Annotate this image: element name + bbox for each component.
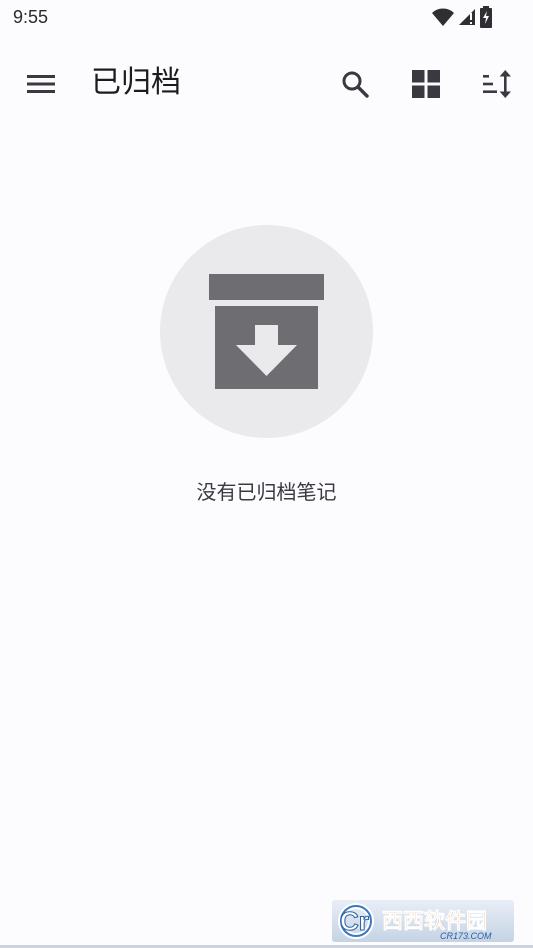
- search-button[interactable]: [333, 62, 377, 106]
- status-icons: [431, 6, 493, 28]
- page-title: 已归档: [91, 65, 181, 100]
- grid-view-icon: [412, 70, 440, 98]
- wifi-icon: [432, 8, 454, 26]
- watermark-logo-text: 西西软件园: [382, 909, 487, 933]
- svg-text:Cr: Cr: [340, 906, 369, 936]
- status-time: 9:55: [13, 7, 49, 27]
- cell-signal-icon: [459, 9, 475, 25]
- menu-button[interactable]: [19, 62, 63, 106]
- archive-icon: [209, 274, 324, 389]
- empty-state-message: 没有已归档笔记: [196, 480, 337, 504]
- status-bar: 9:55: [0, 0, 533, 36]
- watermark-sub-text: CR173.COM: [440, 931, 492, 941]
- watermark-logo: Cr 西西软件园 CR173.COM: [332, 900, 514, 942]
- top-app-bar: 已归档: [0, 48, 533, 120]
- grid-view-button[interactable]: [404, 62, 448, 106]
- search-icon: [342, 71, 369, 98]
- sort-icon: [483, 70, 511, 98]
- sort-button[interactable]: [475, 62, 519, 106]
- watermark-logo-icon: Cr 西西软件园 CR173.COM: [338, 903, 492, 941]
- empty-state-illustration: [160, 225, 373, 438]
- battery-charging-icon: [480, 6, 492, 28]
- hamburger-menu-icon: [27, 75, 55, 93]
